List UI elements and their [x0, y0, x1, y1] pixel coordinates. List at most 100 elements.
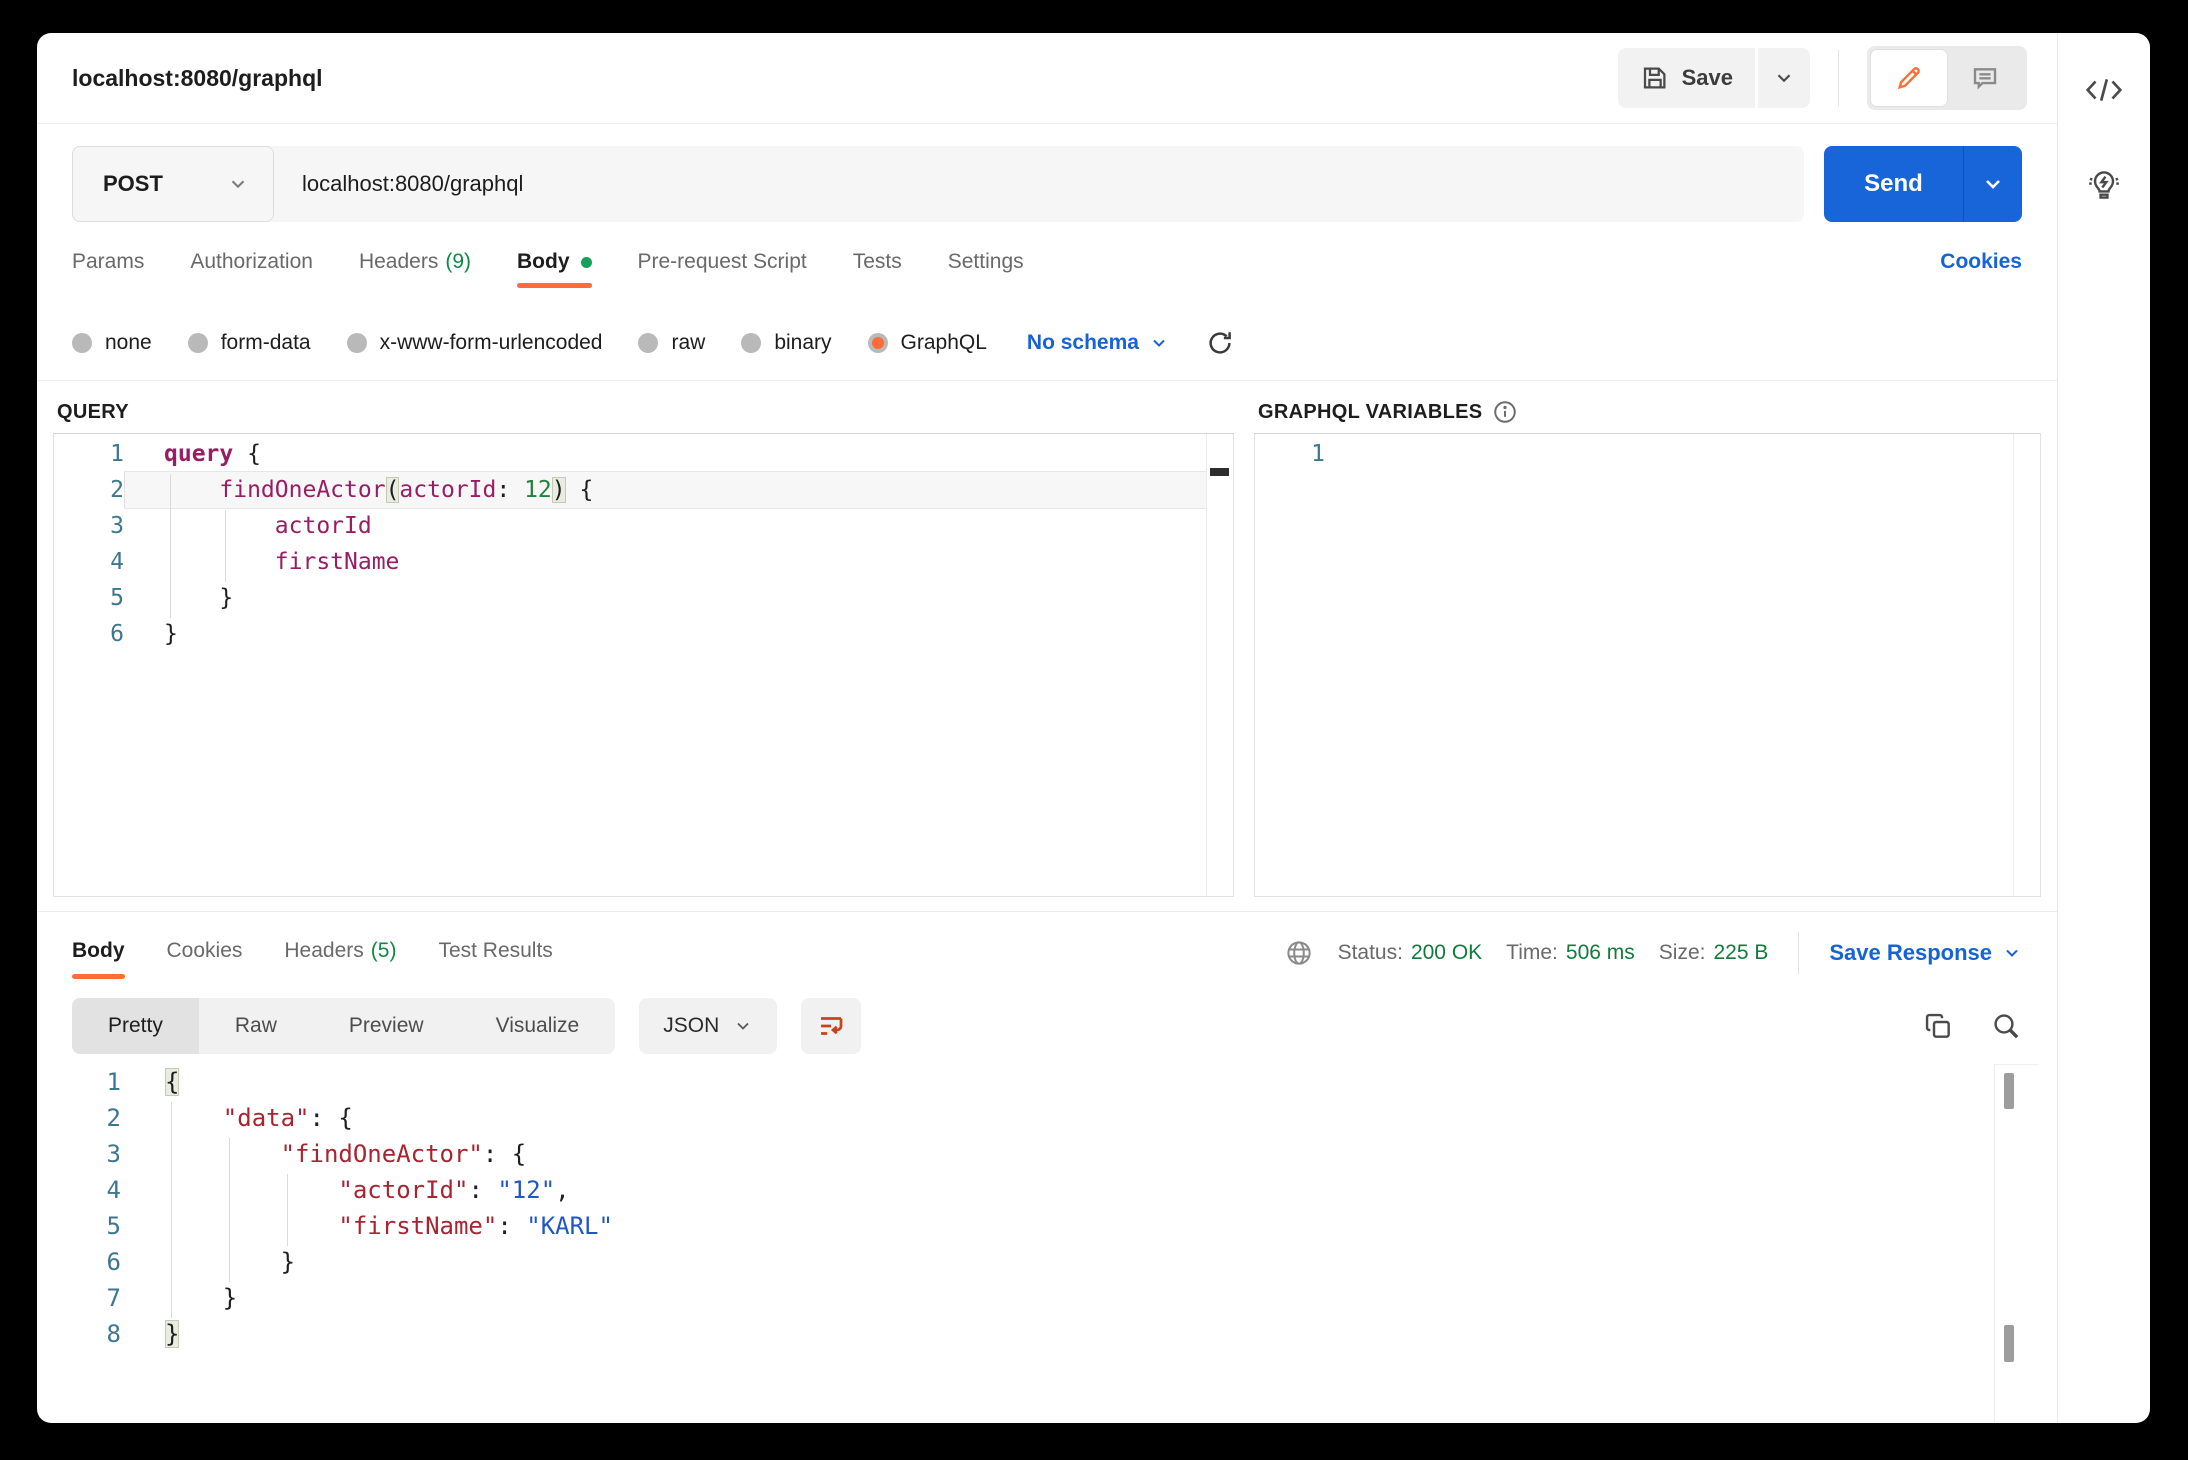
- headers-count: (9): [445, 250, 471, 274]
- response-scrollbar[interactable]: [1994, 1064, 2039, 1423]
- code-icon: [2084, 73, 2124, 107]
- code-token: {: [566, 477, 594, 503]
- variables-scrollbar[interactable]: [2013, 434, 2040, 896]
- edit-mode-button[interactable]: [1871, 50, 1947, 106]
- save-options-button[interactable]: [1758, 48, 1810, 108]
- refresh-schema-button[interactable]: [1205, 328, 1235, 358]
- request-row: POST localhost:8080/graphql Send: [37, 124, 2057, 244]
- indent-guide: [171, 1102, 172, 1318]
- info-icon[interactable]: [1492, 399, 1518, 425]
- response-tab-test-results[interactable]: Test Results: [438, 919, 552, 987]
- line-number: 5: [54, 580, 124, 616]
- screen: { "colors": { "accent_orange": "#FF6C37"…: [0, 0, 2188, 1460]
- tab-body[interactable]: Body: [517, 244, 592, 290]
- code-token: (: [386, 477, 400, 503]
- request-title: localhost:8080/graphql: [72, 65, 323, 92]
- save-button-label: Save: [1682, 65, 1733, 91]
- code-text: "findOneActor": {: [121, 1136, 1993, 1172]
- cookies-link[interactable]: Cookies: [1940, 244, 2022, 274]
- mode-none[interactable]: none: [72, 331, 152, 355]
- code-token: [510, 477, 524, 503]
- line-number: 4: [37, 1172, 121, 1208]
- copy-icon: [1922, 1010, 1954, 1042]
- code-token: "12": [497, 1176, 555, 1204]
- code-line: 2 findOneActor(actorId: 12) {: [54, 472, 1206, 508]
- indent-guide: [225, 510, 226, 582]
- scroll-annotation: [1210, 468, 1229, 476]
- response-toolbar: Pretty Raw Preview Visualize JSON: [37, 994, 2057, 1058]
- send-options-button[interactable]: [1963, 146, 2022, 222]
- response-body[interactable]: 1{2 "data": {3 "findOneActor": {4 "actor…: [37, 1058, 2057, 1423]
- chevron-down-icon: [733, 1016, 753, 1036]
- code-token: actorId: [399, 477, 496, 503]
- code-token: [165, 1140, 281, 1168]
- tab-authorization[interactable]: Authorization: [190, 244, 313, 290]
- code-token: :: [496, 477, 510, 503]
- response-tab-cookies[interactable]: Cookies: [167, 919, 243, 987]
- hints-button[interactable]: [2084, 165, 2124, 205]
- response-tab-body[interactable]: Body: [72, 919, 125, 987]
- code-text: firstName: [124, 544, 1206, 580]
- code-line: 5 "firstName": "KARL": [37, 1208, 1993, 1244]
- variables-editor[interactable]: 1: [1254, 433, 2041, 897]
- lightbulb-bolt-icon: [2084, 165, 2124, 205]
- method-select[interactable]: POST: [72, 146, 274, 222]
- wrap-text-icon: [816, 1011, 846, 1041]
- language-select[interactable]: JSON: [639, 998, 777, 1054]
- tab-params[interactable]: Params: [72, 244, 144, 290]
- line-number: 2: [54, 472, 124, 508]
- mode-graphql[interactable]: GraphQL: [868, 331, 987, 355]
- code-token: :: [483, 1140, 512, 1168]
- radio-icon: [347, 333, 367, 353]
- code-token: [164, 549, 275, 575]
- radio-icon: [188, 333, 208, 353]
- code-token: ): [552, 477, 566, 503]
- query-editor[interactable]: 1query {2 findOneActor(actorId: 12) {3 a…: [53, 433, 1234, 897]
- scrollbar-thumb[interactable]: [2004, 1073, 2014, 1109]
- code-token: "KARL": [526, 1212, 613, 1240]
- line-number: 3: [37, 1136, 121, 1172]
- comment-icon: [1970, 63, 2000, 93]
- search-response-button[interactable]: [1990, 1010, 2022, 1042]
- mode-raw[interactable]: raw: [638, 331, 705, 355]
- save-floppy-icon: [1640, 63, 1670, 93]
- line-number: 7: [37, 1280, 121, 1316]
- code-line: 6}: [54, 616, 1206, 652]
- beautify-button[interactable]: [801, 998, 861, 1054]
- comments-button[interactable]: [1947, 50, 2023, 106]
- scrollbar-thumb[interactable]: [2004, 1325, 2014, 1362]
- code-line: 4 firstName: [54, 544, 1206, 580]
- line-number: 4: [54, 544, 124, 580]
- view-raw[interactable]: Raw: [199, 998, 313, 1054]
- tab-headers[interactable]: Headers(9): [359, 244, 471, 290]
- main-panel: localhost:8080/graphql Save: [37, 33, 2057, 1423]
- code-line: 7 }: [37, 1280, 1993, 1316]
- save-button[interactable]: Save: [1618, 48, 1755, 108]
- response-headers-count: (5): [371, 939, 397, 962]
- radio-icon: [72, 333, 92, 353]
- save-response-button[interactable]: Save Response: [1829, 940, 2022, 966]
- chevron-down-icon: [1149, 333, 1169, 353]
- url-bar: POST localhost:8080/graphql: [72, 146, 1804, 222]
- send-button[interactable]: Send: [1824, 146, 2022, 222]
- response-tab-headers[interactable]: Headers(5): [284, 919, 396, 987]
- code-line: 8}: [37, 1316, 1993, 1352]
- mode-binary[interactable]: binary: [741, 331, 831, 355]
- tab-tests[interactable]: Tests: [853, 244, 902, 290]
- tab-pre-request-script[interactable]: Pre-request Script: [638, 244, 807, 290]
- url-input[interactable]: localhost:8080/graphql: [274, 171, 523, 197]
- tab-settings[interactable]: Settings: [948, 244, 1024, 290]
- code-text: {: [121, 1064, 1993, 1100]
- code-snippet-button[interactable]: [2084, 73, 2124, 107]
- schema-selector[interactable]: No schema: [1027, 331, 1169, 355]
- mode-x-www-form-urlencoded[interactable]: x-www-form-urlencoded: [347, 331, 603, 355]
- view-pretty[interactable]: Pretty: [72, 998, 199, 1054]
- mode-form-data[interactable]: form-data: [188, 331, 311, 355]
- response-meta-row: Body Cookies Headers(5) Test Results Sta…: [37, 912, 2057, 994]
- copy-response-button[interactable]: [1922, 1010, 1954, 1042]
- view-preview[interactable]: Preview: [313, 998, 460, 1054]
- code-token: {: [165, 1068, 179, 1096]
- view-visualize[interactable]: Visualize: [460, 998, 616, 1054]
- code-text: }: [121, 1280, 1993, 1316]
- query-scrollbar[interactable]: [1206, 434, 1233, 896]
